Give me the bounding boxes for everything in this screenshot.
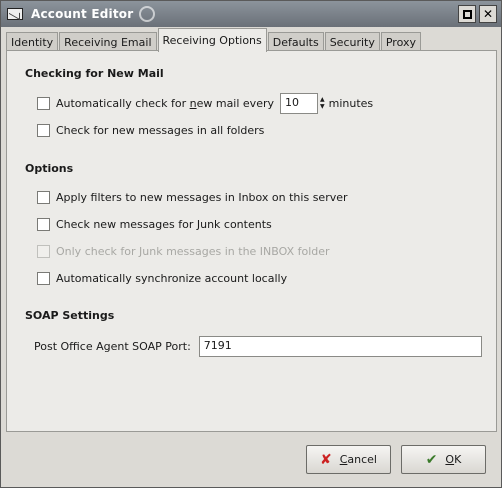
auto-check-label-post: ew mail every <box>196 96 274 110</box>
cancel-icon: ✘ <box>319 451 332 468</box>
spinner-arrows[interactable]: ▲ ▼ <box>320 96 325 110</box>
sync-locally-checkbox[interactable] <box>37 271 50 285</box>
tab-identity[interactable]: Identity <box>6 32 59 52</box>
junk-inbox-only-label: Only check for Junk messages in the INBO… <box>56 244 330 258</box>
interval-spinner: 10 ▲ ▼ <box>280 92 325 114</box>
spin-up-icon[interactable]: ▲ <box>320 96 325 103</box>
tab-proxy[interactable]: Proxy <box>380 32 421 52</box>
auto-check-checkbox[interactable] <box>37 96 50 110</box>
soap-section-title: SOAP Settings <box>25 309 115 322</box>
soap-port-row: Post Office Agent SOAP Port: 7191 <box>34 336 482 357</box>
maximize-button[interactable] <box>458 5 476 23</box>
receiving-options-panel: Checking for New Mail Automatically chec… <box>6 50 497 432</box>
close-button[interactable]: ✕ <box>479 5 497 23</box>
tab-defaults[interactable]: Defaults <box>267 32 324 52</box>
junk-check-checkbox[interactable] <box>37 217 50 231</box>
tab-receiving-email[interactable]: Receiving Email <box>59 32 157 52</box>
window-title: Account Editor <box>31 7 134 21</box>
cancel-label-rest: ancel <box>347 453 377 466</box>
spin-down-icon[interactable]: ▼ <box>320 103 325 110</box>
mail-icon <box>7 8 23 20</box>
junk-inbox-only-checkbox <box>37 244 50 258</box>
soap-port-input[interactable]: 7191 <box>198 336 482 357</box>
title-decoration-icon <box>139 6 156 22</box>
sync-locally-row: Automatically synchronize account locall… <box>37 269 287 287</box>
apply-filters-checkbox[interactable] <box>37 190 50 204</box>
junk-check-label[interactable]: Check new messages for Junk contents <box>56 218 272 231</box>
sync-locally-label[interactable]: Automatically synchronize account locall… <box>56 272 287 285</box>
all-folders-checkbox[interactable] <box>37 123 50 137</box>
tab-receiving-options[interactable]: Receiving Options <box>157 28 267 52</box>
auto-check-row: Automatically check for new mail every 1… <box>37 92 374 114</box>
account-editor-window: Account Editor ✕ Identity Receiving Emai… <box>0 0 502 488</box>
window-controls: ✕ <box>458 5 497 23</box>
cancel-button[interactable]: ✘ Cancel <box>306 445 391 474</box>
interval-input[interactable]: 10 <box>280 92 318 114</box>
all-folders-row: Check for new messages in all folders <box>37 121 264 139</box>
apply-filters-label[interactable]: Apply filters to new messages in Inbox o… <box>56 191 348 204</box>
ok-label: OK <box>445 453 461 466</box>
cancel-label: Cancel <box>340 453 377 466</box>
junk-check-row: Check new messages for Junk contents <box>37 215 272 233</box>
auto-check-label-pre: Automatically check for <box>56 96 190 110</box>
options-section-title: Options <box>25 162 74 175</box>
tab-bar: Identity Receiving Email Receiving Optio… <box>6 28 422 52</box>
ok-mnemonic: O <box>445 453 455 466</box>
auto-check-mnemonic: n <box>189 96 197 110</box>
interval-unit-label: minutes <box>328 96 374 110</box>
auto-check-label[interactable]: Automatically check for new mail every <box>56 97 274 110</box>
tab-security[interactable]: Security <box>324 32 380 52</box>
soap-port-label: Post Office Agent SOAP Port: <box>34 340 191 353</box>
close-icon: ✕ <box>482 7 494 21</box>
apply-filters-row: Apply filters to new messages in Inbox o… <box>37 188 348 206</box>
all-folders-label[interactable]: Check for new messages in all folders <box>56 124 264 137</box>
ok-button[interactable]: ✔ OK <box>401 445 486 474</box>
title-bar[interactable]: Account Editor ✕ <box>1 1 501 27</box>
ok-check-icon: ✔ <box>425 451 438 468</box>
maximize-icon <box>462 9 472 19</box>
checking-section-title: Checking for New Mail <box>25 67 164 80</box>
junk-inbox-only-row: Only check for Junk messages in the INBO… <box>37 242 330 260</box>
ok-label-rest: K <box>454 453 462 466</box>
dialog-button-bar: ✘ Cancel ✔ OK <box>1 439 501 487</box>
